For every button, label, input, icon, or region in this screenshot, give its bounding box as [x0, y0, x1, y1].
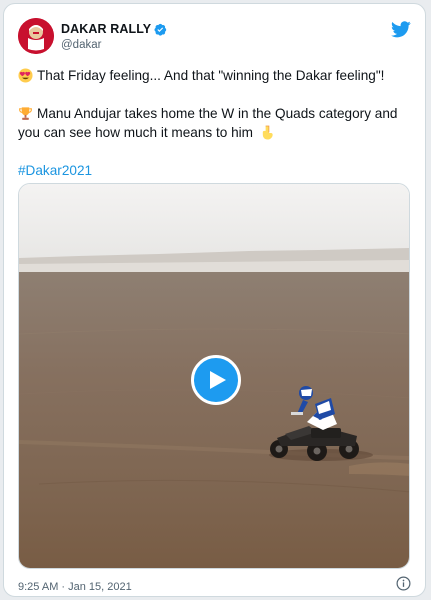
display-name[interactable]: DAKAR RALLY [61, 22, 151, 36]
tweet-timestamp[interactable]: 9:25 AM · Jan 15, 2021 [18, 581, 132, 593]
heart-eyes-emoji-icon [18, 68, 33, 83]
author-handle[interactable]: @dakar [61, 39, 167, 51]
dakar-logo-icon [18, 18, 54, 54]
video-player[interactable] [18, 183, 410, 569]
tweet-footer: 9:25 AM · Jan 15, 2021 [18, 576, 411, 593]
tweet-paragraph-2: Manu Andujar takes home the W in the Qua… [18, 104, 413, 142]
tweet-text: That Friday feeling... And that "winning… [18, 66, 413, 199]
verified-badge-icon [154, 23, 167, 36]
tweet-line-2: Manu Andujar takes home the W in the Qua… [18, 106, 398, 140]
author-names: DAKAR RALLY @dakar [61, 22, 167, 51]
hashtag-link[interactable]: #Dakar2021 [18, 163, 92, 178]
twitter-bird-icon[interactable] [391, 21, 411, 38]
info-icon[interactable] [396, 576, 411, 591]
pointing-down-emoji-icon [260, 125, 275, 140]
tweet-line-1: That Friday feeling... And that "winning… [37, 68, 385, 83]
avatar[interactable] [18, 18, 54, 54]
tweet-paragraph-3: #Dakar2021 [18, 161, 413, 180]
play-button[interactable] [191, 355, 241, 405]
tweet-paragraph-1: That Friday feeling... And that "winning… [18, 66, 413, 85]
tweet-card: DAKAR RALLY @dakar That Friday feeling..… [3, 3, 426, 597]
play-icon [210, 371, 226, 389]
trophy-emoji-icon [18, 106, 33, 121]
tweet-header: DAKAR RALLY @dakar [18, 18, 411, 58]
display-name-row[interactable]: DAKAR RALLY [61, 22, 167, 36]
